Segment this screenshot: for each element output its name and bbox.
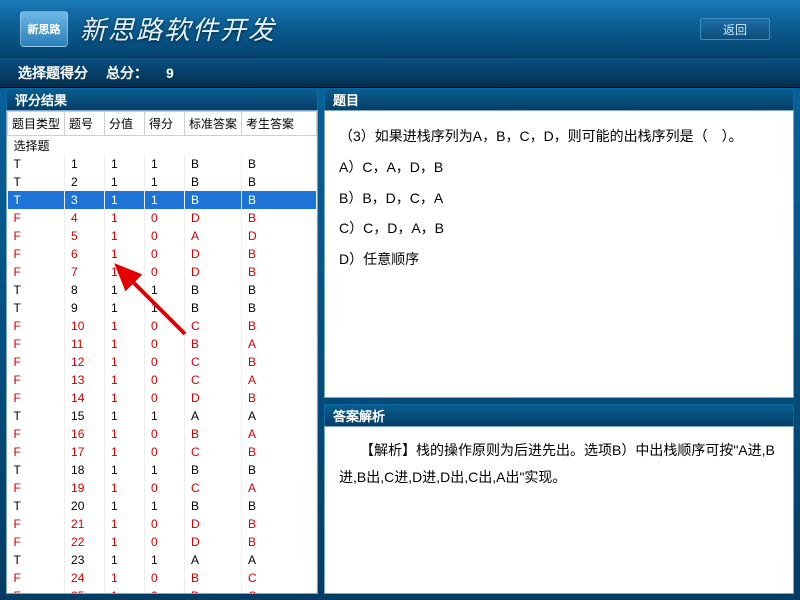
back-button[interactable]: 返回 <box>700 18 770 40</box>
table-row[interactable]: F1010CB <box>8 317 317 335</box>
score-bar: 选择题得分 总分：9 <box>0 58 800 88</box>
table-row[interactable]: F510AD <box>8 227 317 245</box>
table-row[interactable]: F2410BC <box>8 569 317 587</box>
grid-header[interactable]: 题号 <box>65 112 105 136</box>
results-panel-body: 题目类型题号分值得分标准答案考生答案 选择题T111BBT211BBT311BB… <box>6 110 318 594</box>
score-label: 选择题得分 <box>18 63 88 83</box>
table-row[interactable]: F1910CA <box>8 479 317 497</box>
question-panel-title: 题目 <box>324 88 794 110</box>
score-total: 总分：9 <box>106 63 192 83</box>
table-row[interactable]: F610DB <box>8 245 317 263</box>
table-row[interactable]: T2311AA <box>8 551 317 569</box>
app-title: 新思路软件开发 <box>80 10 276 47</box>
answer-panel-title: 答案解析 <box>324 404 794 426</box>
table-row[interactable]: F2210DB <box>8 533 317 551</box>
table-row[interactable]: F710DB <box>8 263 317 281</box>
grid-header[interactable]: 分值 <box>105 112 145 136</box>
question-option: A）C，A，D，B <box>339 152 779 183</box>
table-row[interactable]: T311BB <box>8 191 317 209</box>
grid-header[interactable]: 考生答案 <box>242 112 317 136</box>
table-row[interactable]: F1110BA <box>8 335 317 353</box>
question-panel: 题目 （3）如果进栈序列为A，B，C，D，则可能的出栈序列是（ ）。 A）C，A… <box>324 88 794 398</box>
table-row[interactable]: T1811BB <box>8 461 317 479</box>
table-row[interactable]: F1410DB <box>8 389 317 407</box>
category-row[interactable]: 选择题 <box>8 136 317 156</box>
answer-panel: 答案解析 【解析】栈的操作原则为后进先出。选项B）中出栈顺序可按"A进,B进,B… <box>324 404 794 594</box>
logo-icon: 新思路 <box>20 11 68 47</box>
logo-area: 新思路 新思路软件开发 <box>20 10 276 47</box>
question-body: （3）如果进栈序列为A，B，C，D，则可能的出栈序列是（ ）。 A）C，A，D，… <box>324 110 794 398</box>
grid-header[interactable]: 标准答案 <box>185 112 242 136</box>
table-row[interactable]: F1310CA <box>8 371 317 389</box>
table-row[interactable]: F410DB <box>8 209 317 227</box>
grid-header[interactable]: 题目类型 <box>8 112 65 136</box>
table-row[interactable]: T211BB <box>8 173 317 191</box>
table-row[interactable]: F1710CB <box>8 443 317 461</box>
right-column: 题目 （3）如果进栈序列为A，B，C，D，则可能的出栈序列是（ ）。 A）C，A… <box>324 88 794 594</box>
horizontal-scrollbar[interactable]: ◄ ► <box>7 593 317 594</box>
question-option: B）B，D，C，A <box>339 183 779 214</box>
table-row[interactable]: F2110DB <box>8 515 317 533</box>
grid-header[interactable]: 得分 <box>145 112 185 136</box>
results-grid-scroll[interactable]: 题目类型题号分值得分标准答案考生答案 选择题T111BBT211BBT311BB… <box>7 111 317 593</box>
table-row[interactable]: T111BB <box>8 155 317 173</box>
table-row[interactable]: T2011BB <box>8 497 317 515</box>
app-header: 新思路 新思路软件开发 返回 <box>0 0 800 58</box>
table-row[interactable]: T1511AA <box>8 407 317 425</box>
question-stem: （3）如果进栈序列为A，B，C，D，则可能的出栈序列是（ ）。 <box>339 121 779 152</box>
results-panel-title: 评分结果 <box>6 88 318 110</box>
answer-text: 【解析】栈的操作原则为后进先出。选项B）中出栈顺序可按"A进,B进,B出,C进,… <box>339 437 779 490</box>
table-row[interactable]: F2510DC <box>8 587 317 593</box>
question-option: C）C，D，A，B <box>339 213 779 244</box>
answer-body: 【解析】栈的操作原则为后进先出。选项B）中出栈顺序可按"A进,B进,B出,C进,… <box>324 426 794 594</box>
question-option: D）任意顺序 <box>339 244 779 275</box>
results-panel: 评分结果 题目类型题号分值得分标准答案考生答案 选择题T111BBT211BBT… <box>6 88 318 594</box>
results-grid[interactable]: 题目类型题号分值得分标准答案考生答案 选择题T111BBT211BBT311BB… <box>7 111 317 593</box>
table-row[interactable]: T811BB <box>8 281 317 299</box>
main-area: 评分结果 题目类型题号分值得分标准答案考生答案 选择题T111BBT211BBT… <box>0 88 800 600</box>
table-row[interactable]: T911BB <box>8 299 317 317</box>
table-row[interactable]: F1210CB <box>8 353 317 371</box>
table-row[interactable]: F1610BA <box>8 425 317 443</box>
